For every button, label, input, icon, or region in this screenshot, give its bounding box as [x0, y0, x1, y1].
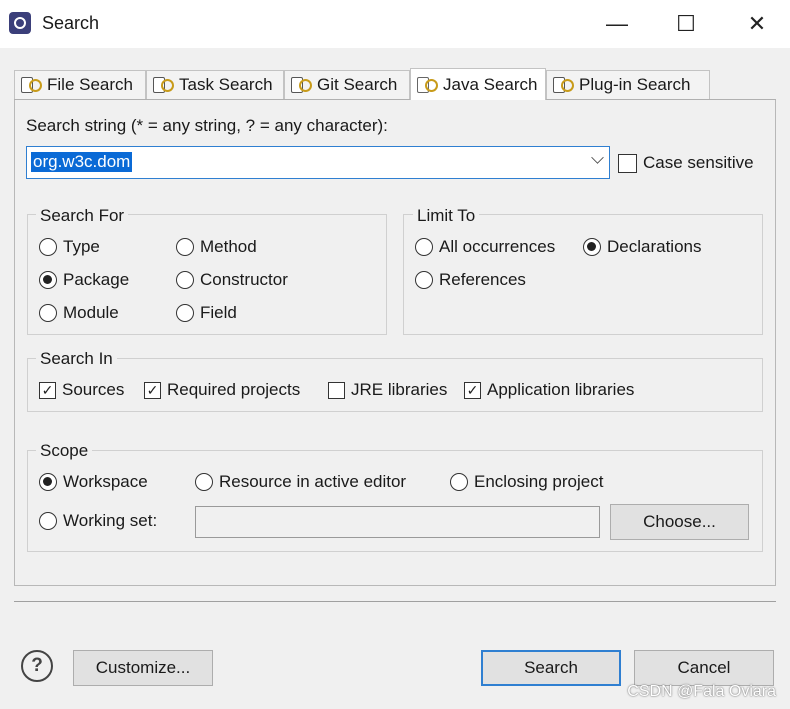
limit-to-all-occurrences[interactable]: All occurrences	[415, 237, 555, 257]
search-string-value: org.w3c.dom	[31, 152, 133, 172]
scope-resource-in-active-editor[interactable]: Resource in active editor	[195, 472, 406, 492]
tab-label: Java Search	[443, 74, 538, 94]
option-label: Field	[200, 303, 237, 322]
option-label: Enclosing project	[474, 472, 604, 491]
search-for-module[interactable]: Module	[39, 303, 119, 323]
option-label: Workspace	[63, 472, 148, 491]
limit-to-title: Limit To	[413, 206, 480, 226]
radio-button[interactable]	[176, 304, 194, 322]
checkbox-checked[interactable]: ✓	[39, 381, 56, 399]
tab-plugin-search[interactable]: Plug-in Search	[546, 70, 710, 99]
search-for-constructor[interactable]: Constructor	[176, 270, 288, 290]
option-label: Method	[200, 237, 257, 256]
option-label: Module	[63, 303, 119, 322]
tab-task-search[interactable]: Task Search	[146, 70, 284, 99]
search-string-combo[interactable]: org.w3c.dom	[26, 146, 610, 179]
radio-button[interactable]	[415, 238, 433, 256]
option-label: Constructor	[200, 270, 288, 289]
option-label: Application libraries	[487, 380, 635, 399]
tab-label: Task Search	[179, 75, 273, 94]
search-for-type[interactable]: Type	[39, 237, 100, 257]
working-set-field[interactable]	[195, 506, 600, 538]
search-for-package[interactable]: Package	[39, 270, 129, 290]
option-label: Package	[63, 270, 130, 289]
search-in-sources[interactable]: ✓ Sources	[39, 380, 124, 400]
radio-button-selected[interactable]	[39, 473, 57, 491]
tab-label: Plug-in Search	[579, 75, 691, 94]
option-label: Sources	[62, 380, 125, 399]
search-for-method[interactable]: Method	[176, 237, 257, 257]
case-sensitive-checkbox[interactable]	[618, 153, 637, 173]
option-label: Type	[63, 237, 100, 256]
radio-button-selected[interactable]	[39, 271, 57, 289]
radio-button[interactable]	[450, 473, 468, 491]
chevron-down-icon[interactable]	[591, 151, 604, 164]
option-label: JRE libraries	[351, 380, 448, 399]
search-in-required-projects[interactable]: ✓ Required projects	[144, 380, 300, 400]
plugin-search-icon	[551, 76, 574, 94]
radio-button-selected[interactable]	[583, 238, 601, 256]
limit-to-declarations[interactable]: Declarations	[583, 237, 702, 257]
maximize-icon: ☐	[676, 11, 696, 36]
checkbox-checked[interactable]: ✓	[464, 381, 481, 399]
eclipse-app-icon	[9, 12, 31, 34]
radio-button[interactable]	[39, 512, 57, 530]
tab-git-search[interactable]: Git Search	[284, 70, 410, 99]
minimize-button[interactable]: —	[594, 8, 640, 40]
tab-label: Git Search	[317, 75, 398, 94]
checkbox-unchecked[interactable]	[328, 381, 345, 399]
search-for-title: Search For	[36, 206, 129, 226]
option-label: Declarations	[607, 237, 702, 256]
case-sensitive-option[interactable]: Case sensitive	[618, 153, 754, 173]
search-in-title: Search In	[36, 349, 117, 369]
cancel-button[interactable]: Cancel	[634, 650, 774, 686]
radio-button[interactable]	[176, 271, 194, 289]
checkbox-checked[interactable]: ✓	[144, 381, 161, 399]
minimize-icon: —	[606, 11, 628, 36]
option-label: All occurrences	[439, 237, 556, 256]
radio-button[interactable]	[415, 271, 433, 289]
window-title: Search	[42, 13, 100, 33]
radio-button[interactable]	[176, 238, 194, 256]
git-search-icon	[289, 76, 312, 94]
radio-button[interactable]	[39, 304, 57, 322]
task-search-icon	[151, 76, 174, 94]
option-label: References	[439, 270, 526, 289]
option-label: Working set:	[63, 511, 158, 530]
tab-java-search[interactable]: Java Search	[410, 68, 546, 100]
option-label: Resource in active editor	[219, 472, 407, 491]
limit-to-references[interactable]: References	[415, 270, 526, 290]
option-label: Required projects	[167, 380, 301, 399]
scope-title: Scope	[36, 441, 93, 461]
search-button[interactable]: Search	[481, 650, 621, 686]
search-in-jre-libraries[interactable]: JRE libraries	[328, 380, 447, 400]
case-sensitive-label: Case sensitive	[643, 153, 754, 172]
file-search-icon	[19, 76, 42, 94]
radio-button[interactable]	[195, 473, 213, 491]
scope-enclosing-project[interactable]: Enclosing project	[450, 472, 603, 492]
customize-button[interactable]: Customize...	[73, 650, 213, 686]
search-in-application-libraries[interactable]: ✓ Application libraries	[464, 380, 634, 400]
footer-separator	[14, 601, 776, 602]
watermark-text: CSDN @Fala Oviara	[627, 683, 776, 700]
java-search-icon	[415, 76, 438, 94]
tab-label: File Search	[47, 75, 133, 94]
search-string-label: Search string (* = any string, ? = any c…	[26, 116, 388, 135]
scope-working-set[interactable]: Working set:	[39, 511, 157, 531]
help-icon[interactable]: ?	[21, 650, 53, 682]
choose-button[interactable]: Choose...	[610, 504, 749, 540]
close-button[interactable]: ✕	[734, 8, 780, 40]
search-for-field[interactable]: Field	[176, 303, 237, 323]
maximize-button[interactable]: ☐	[663, 8, 709, 40]
scope-workspace[interactable]: Workspace	[39, 472, 148, 492]
tab-file-search[interactable]: File Search	[14, 70, 146, 99]
close-icon: ✕	[747, 11, 767, 36]
radio-button[interactable]	[39, 238, 57, 256]
